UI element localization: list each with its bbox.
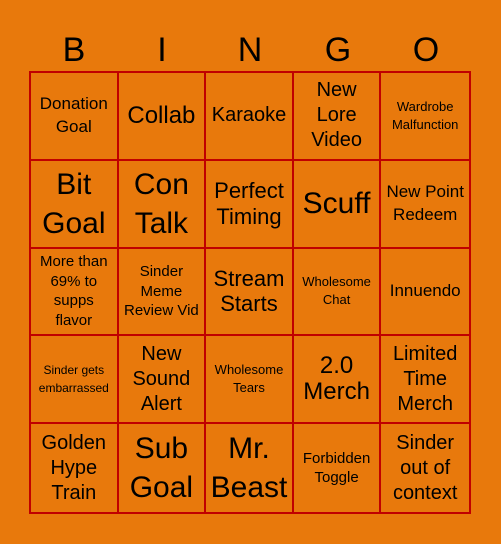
bingo-cell[interactable]: Sinder gets embarrassed — [31, 336, 119, 425]
bingo-cell[interactable]: Forbidden Toggle — [294, 424, 382, 512]
bingo-cell[interactable]: Scuff — [293, 160, 382, 249]
cell-label: Sinder out of context — [392, 431, 458, 504]
bingo-cell[interactable]: Perfect Timing — [206, 160, 294, 249]
cell-label: Sinder gets embarrassed — [38, 363, 109, 396]
cell-label: New Point Redeem — [386, 181, 464, 224]
bingo-cell[interactable]: Donation Goal — [31, 73, 119, 161]
cell-label: Karaoke — [211, 104, 287, 127]
header-letter-o: O — [412, 31, 440, 69]
cell-label: Mr. Beast — [210, 432, 288, 505]
cell-label: Sinder Meme Review Vid — [124, 263, 199, 320]
bingo-cell[interactable]: Wardrobe Malfunction — [381, 73, 469, 161]
bingo-cell[interactable]: Wholesome Chat — [293, 248, 382, 337]
cell-label: Bit Goal — [42, 167, 106, 240]
cell-label: Limited Time Merch — [392, 342, 458, 415]
cell-label: Innuendo — [389, 281, 461, 301]
bingo-header: B I N G O — [30, 30, 470, 70]
header-letter-g: G — [324, 31, 352, 69]
bingo-cell[interactable]: Con Talk — [118, 160, 207, 249]
bingo-cell[interactable]: New Sound Alert — [118, 336, 207, 425]
bingo-cell[interactable]: Stream Starts — [206, 248, 294, 337]
cell-label: Wholesome Chat — [302, 274, 371, 308]
bingo-cell[interactable]: Mr. Beast — [206, 424, 294, 512]
cell-label: Forbidden Toggle — [302, 449, 371, 487]
cell-label: Collab — [127, 101, 196, 129]
bingo-cell[interactable]: New Point Redeem — [381, 161, 469, 249]
header-letter-b: B — [62, 31, 86, 69]
cell-label: 2.0 Merch — [303, 351, 370, 406]
cell-label: Wardrobe Malfunction — [391, 98, 459, 132]
bingo-cell[interactable]: Collab — [118, 73, 207, 161]
cell-label: Donation Goal — [39, 93, 108, 136]
bingo-cell[interactable]: Karaoke — [206, 73, 294, 161]
bingo-cell[interactable]: Sub Goal — [119, 424, 207, 512]
cell-label: Stream Starts — [213, 265, 285, 317]
cell-label: Wholesome Tears — [214, 362, 284, 396]
bingo-board: Donation Goal Collab Karaoke New Lore Vi… — [29, 71, 471, 514]
header-letter-i: I — [157, 31, 167, 69]
bingo-cell[interactable]: Golden Hype Train — [31, 424, 119, 512]
header-letter-n: N — [237, 31, 263, 69]
bingo-cell[interactable]: Sinder out of context — [381, 424, 469, 512]
cell-label: New Lore Video — [311, 79, 362, 152]
bingo-cell[interactable]: Limited Time Merch — [381, 336, 469, 425]
bingo-cell[interactable]: 2.0 Merch — [293, 336, 382, 425]
bingo-cell[interactable]: Sinder Meme Review Vid — [118, 248, 207, 337]
cell-label: Golden Hype Train — [41, 431, 107, 504]
cell-label: Sub Goal — [129, 432, 194, 505]
bingo-cell[interactable]: New Lore Video — [293, 73, 382, 161]
cell-label: New Sound Alert — [132, 342, 191, 415]
cell-label: More than 69% to supps flavor — [40, 253, 108, 329]
bingo-cell[interactable]: Wholesome Tears — [206, 336, 294, 425]
bingo-cell[interactable]: More than 69% to supps flavor — [31, 248, 119, 337]
bingo-cell[interactable]: Innuendo — [381, 249, 469, 337]
bingo-cell[interactable]: Bit Goal — [31, 160, 119, 249]
cell-label: Scuff — [302, 187, 371, 221]
cell-label: Con Talk — [133, 167, 189, 240]
cell-label: Perfect Timing — [214, 177, 284, 229]
